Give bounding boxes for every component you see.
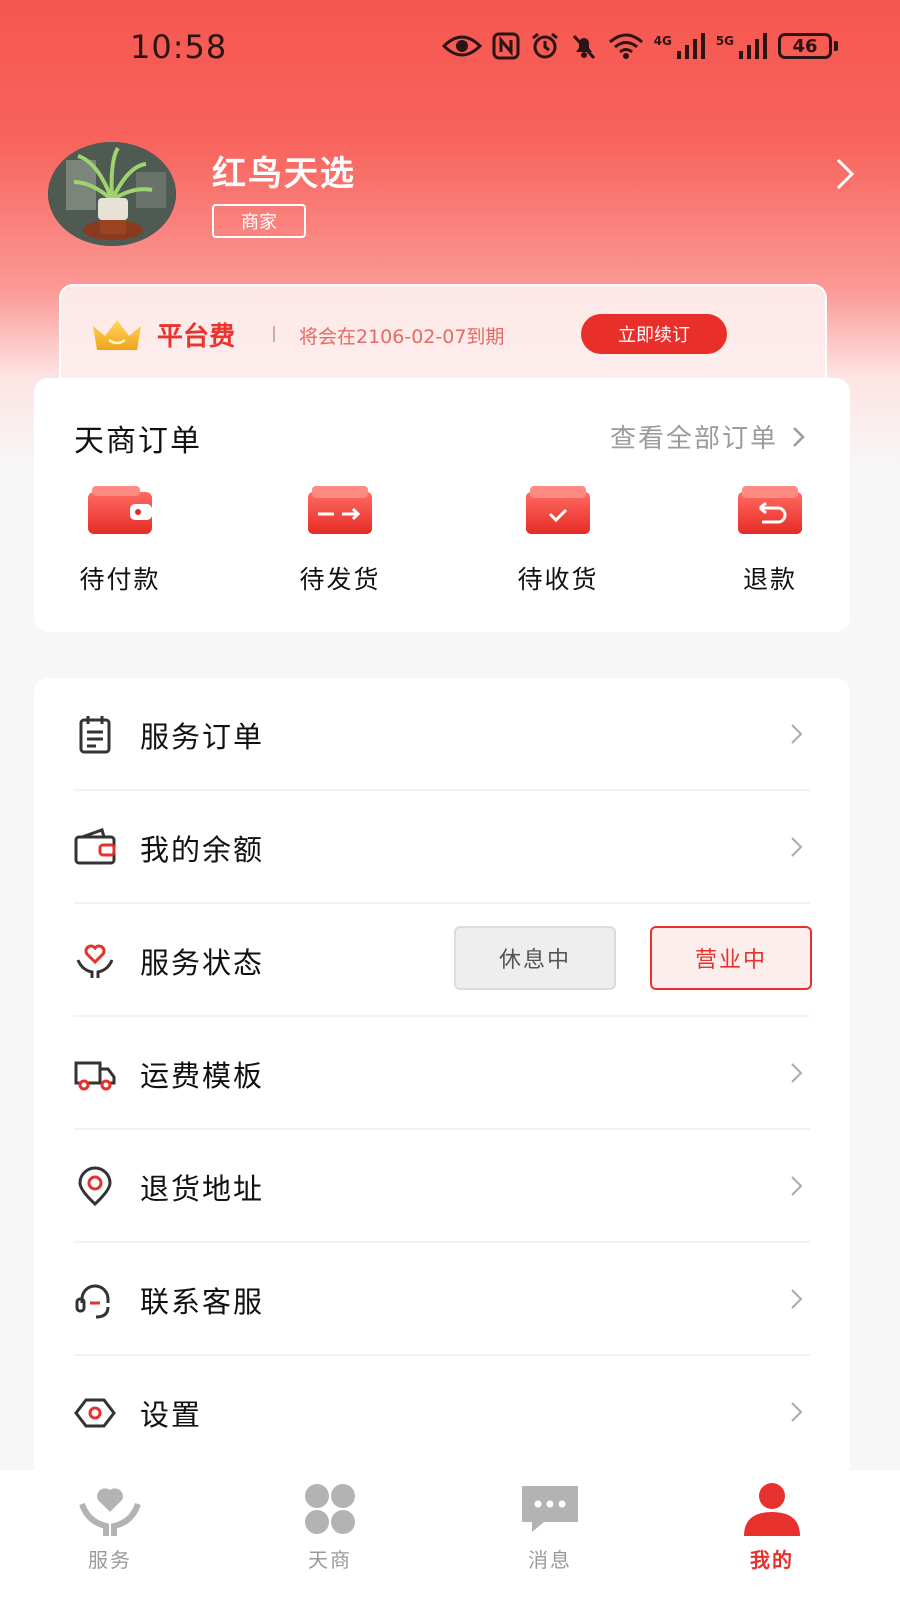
menu-service-orders[interactable]: 服务订单 bbox=[34, 678, 850, 791]
network-5g-label: 5G bbox=[715, 34, 734, 48]
signal-icon bbox=[676, 33, 705, 59]
menu-label: 联系客服 bbox=[140, 1285, 265, 1319]
chevron-right-icon[interactable] bbox=[834, 154, 858, 194]
battery-level: 46 bbox=[778, 33, 832, 59]
wifi-icon bbox=[608, 33, 643, 59]
tab-label: 天商 bbox=[308, 1548, 352, 1572]
battery-indicator: 46 bbox=[778, 33, 838, 59]
status-icons: 4G 5G 46 bbox=[441, 32, 838, 60]
location-pin-icon bbox=[78, 1166, 112, 1207]
order-status-label: 待付款 bbox=[79, 565, 161, 594]
settings-hexagon-icon bbox=[74, 1398, 116, 1428]
order-pending-payment[interactable]: 待付款 bbox=[60, 486, 180, 596]
menu-label: 服务状态 bbox=[140, 946, 265, 980]
mute-bell-icon bbox=[572, 34, 595, 60]
chevron-right-icon bbox=[793, 426, 805, 447]
menu-label: 我的余额 bbox=[140, 833, 265, 867]
status-open-button[interactable]: 营业中 bbox=[650, 926, 812, 990]
refund-box-icon bbox=[738, 486, 802, 534]
crown-icon bbox=[93, 320, 141, 350]
truck-icon bbox=[74, 1061, 116, 1091]
tab-mine[interactable]: 我的 bbox=[712, 1482, 832, 1573]
menu-label: 退货地址 bbox=[140, 1172, 265, 1206]
tab-label: 消息 bbox=[528, 1548, 572, 1572]
shop-name: 红鸟天选 bbox=[212, 154, 356, 194]
menu-card: 服务订单 我的余额 服务状态 休息中 营业中 运费模板 退货地址 联系客服 设置 bbox=[34, 678, 850, 1478]
menu-label: 运费模板 bbox=[140, 1059, 265, 1093]
eye-icon bbox=[441, 35, 482, 57]
status-time: 10:58 bbox=[130, 28, 228, 66]
heart-hand-icon bbox=[79, 1488, 141, 1536]
tab-messages[interactable]: 消息 bbox=[490, 1482, 610, 1573]
chevron-right-icon bbox=[791, 837, 803, 857]
order-status-label: 退款 bbox=[742, 565, 797, 594]
menu-customer-service[interactable]: 联系客服 bbox=[34, 1243, 850, 1356]
tab-tianshang[interactable]: 天商 bbox=[270, 1482, 390, 1573]
network-4g-label: 4G bbox=[653, 34, 672, 48]
menu-my-balance[interactable]: 我的余额 bbox=[34, 791, 850, 904]
menu-settings[interactable]: 设置 bbox=[34, 1356, 850, 1469]
chevron-right-icon bbox=[791, 1176, 803, 1196]
clover-icon bbox=[305, 1484, 355, 1534]
menu-label: 服务订单 bbox=[140, 720, 265, 754]
clipboard-icon bbox=[79, 716, 111, 754]
order-pending-shipment[interactable]: 待发货 bbox=[280, 486, 400, 596]
person-icon bbox=[744, 1483, 800, 1536]
renew-button[interactable]: 立即续订 bbox=[581, 314, 727, 354]
nfc-icon bbox=[492, 32, 520, 60]
view-all-orders-label: 查看全部订单 bbox=[609, 424, 778, 454]
order-status-label: 待收货 bbox=[517, 565, 599, 594]
status-rest-button[interactable]: 休息中 bbox=[454, 926, 616, 990]
view-all-orders-link[interactable]: 查看全部订单 bbox=[610, 418, 806, 455]
heart-hand-icon bbox=[76, 944, 114, 978]
avatar[interactable] bbox=[48, 142, 176, 246]
orders-title: 天商订单 bbox=[74, 424, 202, 459]
order-status-label: 待发货 bbox=[299, 565, 381, 594]
tab-service[interactable]: 服务 bbox=[50, 1482, 170, 1573]
avatar-plant-photo bbox=[48, 142, 176, 246]
tab-label: 我的 bbox=[750, 1548, 794, 1572]
menu-label: 设置 bbox=[140, 1398, 203, 1432]
role-badge: 商家 bbox=[212, 204, 306, 238]
menu-shipping-template[interactable]: 运费模板 bbox=[34, 1017, 850, 1130]
platform-fee-card: 平台费 将会在2106-02-07到期 立即续订 bbox=[59, 284, 827, 380]
chevron-right-icon bbox=[791, 1063, 803, 1083]
bottom-tab-bar: 服务 天商 消息 我的 bbox=[0, 1470, 900, 1600]
profile-header[interactable]: 红鸟天选 商家 bbox=[48, 142, 855, 252]
shipping-box-icon bbox=[308, 486, 372, 534]
order-refund[interactable]: 退款 bbox=[710, 486, 830, 596]
tab-label: 服务 bbox=[88, 1548, 132, 1572]
headset-icon bbox=[75, 1284, 110, 1319]
order-pending-receipt[interactable]: 待收货 bbox=[498, 486, 618, 596]
wallet-icon bbox=[88, 486, 152, 534]
chevron-right-icon bbox=[791, 1402, 803, 1422]
orders-card: 天商订单 查看全部订单 待付款 待发货 待收货 退款 bbox=[34, 378, 850, 632]
status-bar: 10:58 4G 5G 46 bbox=[0, 0, 900, 96]
chevron-right-icon bbox=[791, 724, 803, 744]
signal-icon bbox=[739, 33, 767, 59]
chat-bubble-icon bbox=[522, 1486, 578, 1532]
platform-fee-label: 平台费 bbox=[157, 322, 236, 352]
wallet-outline-icon bbox=[74, 828, 116, 865]
menu-return-address[interactable]: 退货地址 bbox=[34, 1130, 850, 1243]
alarm-icon bbox=[531, 32, 558, 59]
chevron-right-icon bbox=[791, 1289, 803, 1309]
fee-expire-text: 将会在2106-02-07到期 bbox=[299, 326, 505, 348]
received-box-icon bbox=[526, 486, 590, 534]
fee-divider bbox=[273, 326, 275, 342]
